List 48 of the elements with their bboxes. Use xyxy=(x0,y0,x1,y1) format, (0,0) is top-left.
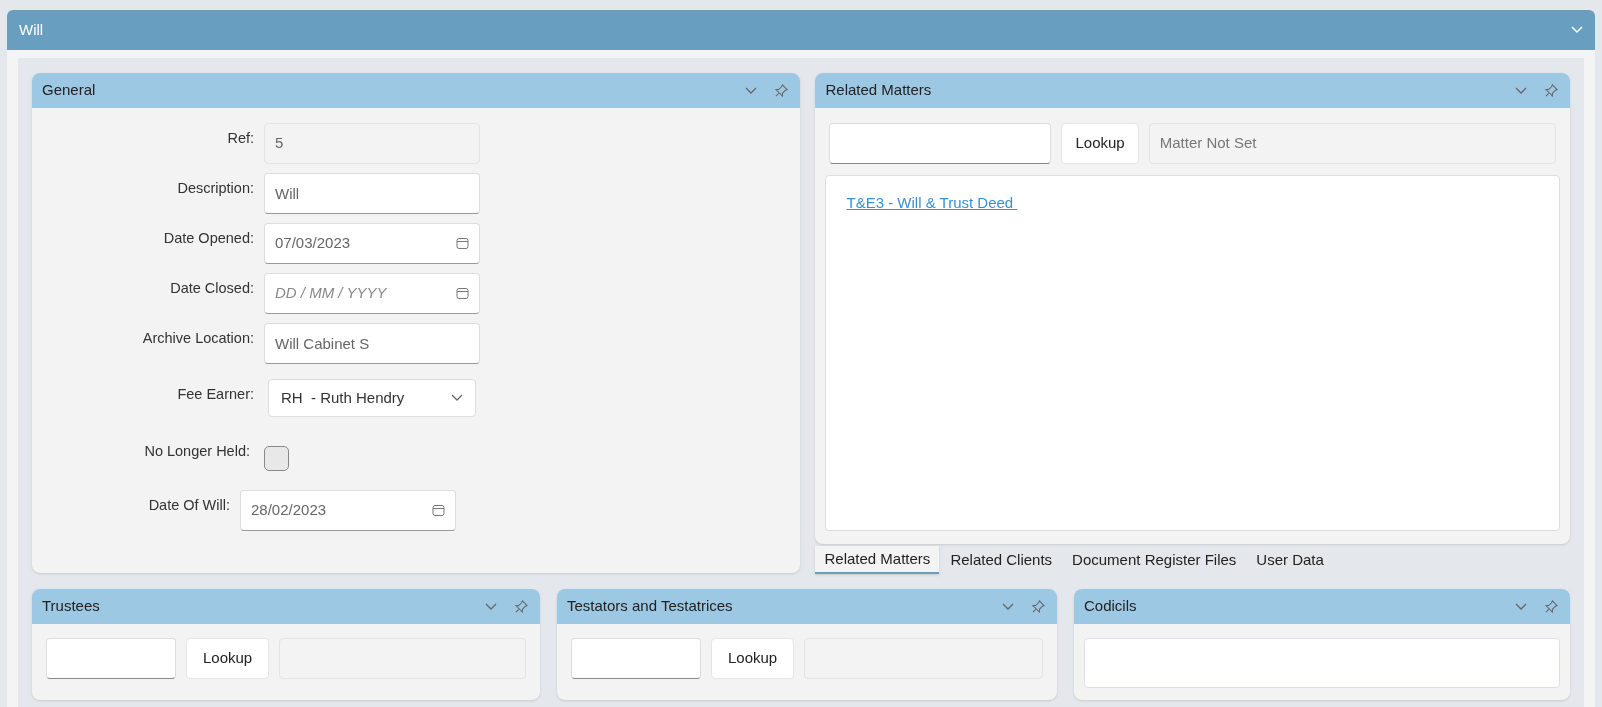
panel-title: Testators and Testatrices xyxy=(566,596,733,617)
panel-title: Trustees xyxy=(42,596,100,617)
lookup-button[interactable]: Lookup xyxy=(710,638,795,679)
lookup-button[interactable]: Lookup xyxy=(186,638,270,679)
field-label: Description: xyxy=(176,179,255,198)
pin-icon[interactable] xyxy=(775,84,789,97)
text-field[interactable]: Will Cabinet S xyxy=(264,323,480,364)
panel-title: Related Matters xyxy=(825,80,932,101)
field-label: Archive Location: xyxy=(141,329,255,348)
field-label: Date Opened: xyxy=(162,229,255,248)
calendar-icon[interactable] xyxy=(456,287,469,300)
field-label: No Longer Held: xyxy=(143,442,251,461)
calendar-icon[interactable] xyxy=(456,237,469,250)
panel-title: General xyxy=(42,80,96,101)
field-label: Fee Earner: xyxy=(176,385,255,404)
tab[interactable]: Related Matters xyxy=(815,546,940,574)
date-field[interactable]: 28/02/2023 xyxy=(240,490,456,531)
tab[interactable]: User Data xyxy=(1247,546,1333,574)
field-label: Ref: xyxy=(226,129,255,148)
collapse-icon[interactable] xyxy=(745,86,758,95)
collapse-icon[interactable] xyxy=(1515,602,1527,611)
pin-icon[interactable] xyxy=(1031,600,1045,613)
lookup-field[interactable] xyxy=(829,123,1052,164)
matter-display-field: Matter Not Set xyxy=(1148,123,1556,164)
collapse-icon[interactable] xyxy=(1515,86,1527,95)
date-field[interactable]: DD / MM / YYYY xyxy=(264,273,480,314)
panel-title: Codicils xyxy=(1083,596,1137,617)
lookup-field[interactable] xyxy=(46,638,176,679)
fee-earner-dropdown[interactable]: RH - Ruth Hendry xyxy=(268,379,476,417)
date-field[interactable]: 07/03/2023 xyxy=(264,223,480,264)
tab[interactable]: Document Register Files xyxy=(1063,546,1246,574)
matter-link[interactable]: T&E3 - Will & Trust Deed xyxy=(846,192,1018,215)
pin-icon[interactable] xyxy=(1545,600,1558,613)
checkbox[interactable] xyxy=(264,446,289,471)
collapse-icon[interactable] xyxy=(484,602,497,611)
pin-icon[interactable] xyxy=(514,600,528,613)
lookup-field[interactable] xyxy=(570,638,701,679)
collapse-icon[interactable] xyxy=(1001,602,1014,611)
pin-icon[interactable] xyxy=(1545,84,1558,97)
field-label: Date Of Will: xyxy=(147,496,231,515)
lookup-button[interactable]: Lookup xyxy=(1061,123,1139,164)
field-label: Date Closed: xyxy=(169,279,255,298)
caret-icon xyxy=(451,394,463,402)
window-title: Will xyxy=(19,19,44,40)
readonly-field: 5 xyxy=(264,123,480,164)
tab[interactable]: Related Clients xyxy=(941,546,1062,574)
calendar-icon[interactable] xyxy=(432,504,445,517)
text-field[interactable]: Will xyxy=(264,173,480,214)
